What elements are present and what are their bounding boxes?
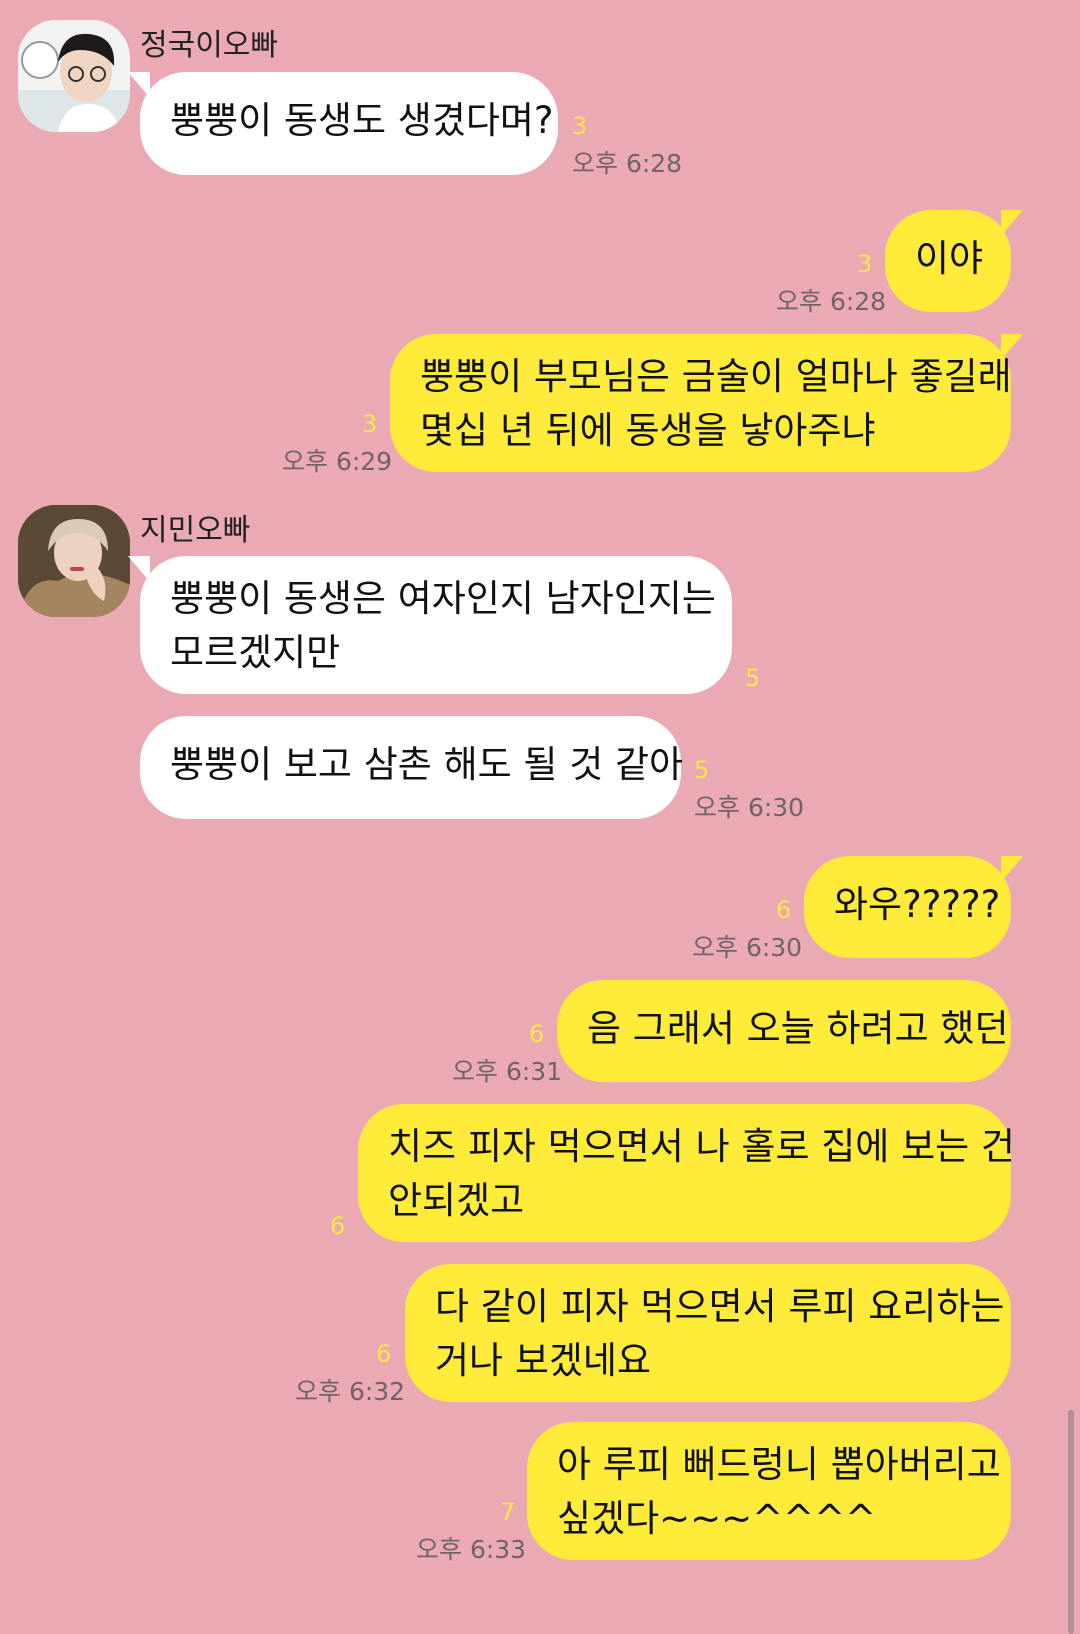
message-text-line: 안되겠고 — [388, 1179, 525, 1222]
sender-name: 지민오빠 — [140, 513, 251, 548]
message-time: 오후 6:30 — [694, 793, 805, 822]
message-text-line: 치즈 피자 먹으면서 나 홀로 집에 보는 건 — [388, 1125, 1015, 1168]
message-bubble[interactable]: 뿡뿡이 동생도 생겼다며? — [128, 72, 558, 175]
bubble-tail — [1001, 856, 1023, 882]
message-text-line: 싶겠다~~~^^^^ — [557, 1497, 877, 1540]
unread-count: 3 — [362, 410, 378, 438]
message-text-line: 거나 보겠네요 — [435, 1339, 652, 1382]
message-text-line: 모르겠지만 — [170, 631, 341, 674]
sender-name: 정국이오빠 — [140, 28, 278, 63]
avatar[interactable] — [18, 20, 130, 132]
message-text: 이야 — [915, 237, 984, 280]
message-time: 오후 6:28 — [572, 149, 683, 178]
message-text-line: 몇십 년 뒤에 동생을 낳아주냐 — [420, 409, 876, 452]
message-bubble[interactable]: 뿡뿡이 부모님은 금술이 얼마나 좋길래 몇십 년 뒤에 동생을 낳아주냐 — [390, 334, 1023, 472]
bubble-tail — [1001, 210, 1023, 236]
message-bubble[interactable]: 아 루피 뻐드렁니 뽑아버리고 싶겠다~~~^^^^ — [527, 1422, 1011, 1560]
message-text: 와우????? — [834, 883, 1001, 926]
unread-count: 6 — [376, 1340, 392, 1368]
message-time: 오후 6:32 — [295, 1377, 406, 1406]
message-text: 음 그래서 오늘 하려고 했던 — [587, 1007, 1009, 1050]
message-bubble[interactable]: 와우????? — [804, 856, 1023, 958]
message-time: 오후 6:30 — [692, 933, 803, 962]
bubble-tail — [128, 556, 150, 582]
message-bubble[interactable]: 이야 — [885, 210, 1023, 312]
unread-count: 6 — [330, 1212, 346, 1240]
message-text-line: 아 루피 뻐드렁니 뽑아버리고 — [557, 1443, 1001, 1486]
message-bubble[interactable]: 음 그래서 오늘 하려고 했던 — [557, 980, 1011, 1082]
unread-count: 6 — [529, 1020, 545, 1048]
bubble-tail — [1001, 334, 1023, 360]
avatar-jungkook-icon — [18, 20, 130, 132]
unread-count: 6 — [776, 896, 792, 924]
message-text-line: 뿡뿡이 부모님은 금술이 얼마나 좋길래 — [420, 355, 1012, 398]
message-text: 뿡뿡이 보고 삼촌 해도 될 것 같아 — [170, 743, 684, 786]
unread-count: 3 — [857, 250, 873, 278]
bubble-tail — [128, 72, 150, 98]
scrollbar[interactable] — [1068, 1410, 1074, 1634]
unread-count: 5 — [694, 756, 710, 784]
unread-count: 5 — [745, 664, 761, 692]
message-time: 오후 6:29 — [282, 447, 393, 476]
message-bubble[interactable]: 다 같이 피자 먹으면서 루피 요리하는 거나 보겠네요 — [405, 1264, 1011, 1402]
message-bubble[interactable]: 뿡뿡이 동생은 여자인지 남자인지는 모르겠지만 — [128, 556, 732, 694]
message-text-line: 다 같이 피자 먹으면서 루피 요리하는 — [435, 1285, 1005, 1328]
message-bubble[interactable]: 치즈 피자 먹으면서 나 홀로 집에 보는 건 안되겠고 — [358, 1104, 1015, 1242]
avatar[interactable] — [18, 505, 130, 617]
message-time: 오후 6:28 — [776, 287, 887, 316]
message-time: 오후 6:33 — [416, 1535, 527, 1564]
avatar-jimin-icon — [18, 505, 130, 617]
message-text: 뿡뿡이 동생도 생겼다며? — [170, 99, 554, 142]
unread-count: 7 — [500, 1498, 516, 1526]
message-time: 오후 6:31 — [452, 1057, 563, 1086]
message-bubble[interactable]: 뿡뿡이 보고 삼촌 해도 될 것 같아 — [140, 716, 684, 819]
unread-count: 3 — [572, 112, 588, 140]
message-text-line: 뿡뿡이 동생은 여자인지 남자인지는 — [170, 577, 716, 620]
